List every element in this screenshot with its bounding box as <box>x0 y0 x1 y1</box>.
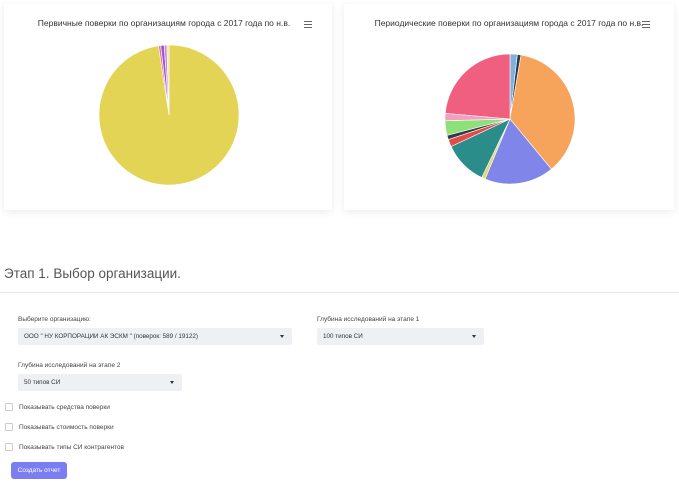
org-select[interactable]: ООО " НУ КОРПОРАЦИИ АК ЭСКМ " (поверок: … <box>18 328 292 345</box>
periodic-pie-chart <box>444 53 576 185</box>
stage-divider <box>0 292 679 293</box>
primary-chart-card: Первичные поверки по организациям города… <box>4 4 332 210</box>
org-select-value: ООО " НУ КОРПОРАЦИИ АК ЭСКМ " (поверок: … <box>24 333 199 340</box>
periodic-pie-slice-10[interactable] <box>444 53 511 120</box>
show-verification-means-row[interactable]: Показывать средства поверки <box>5 403 110 411</box>
primary-pie-chart <box>98 44 240 186</box>
depth2-select-value: 50 типов СИ <box>24 379 61 386</box>
chevron-down-icon <box>280 335 284 338</box>
show-contractor-types-label: Показывать типы СИ контрагентов <box>19 443 124 451</box>
org-select-label: Выберите организацию: <box>18 316 91 323</box>
depth1-select-value: 100 типов СИ <box>323 333 363 340</box>
depth1-select[interactable]: 100 типов СИ <box>317 328 484 345</box>
show-contractor-types-checkbox[interactable] <box>5 443 13 451</box>
show-verification-cost-checkbox[interactable] <box>5 423 13 431</box>
stage-title: Этап 1. Выбор организации. <box>4 266 181 281</box>
periodic-chart-card: Периодические поверки по организациям го… <box>344 4 674 210</box>
chevron-down-icon <box>472 335 476 338</box>
depth2-select[interactable]: 50 типов СИ <box>18 374 182 391</box>
depth2-label: Глубина исследований на этапе 2 <box>18 362 121 369</box>
show-verification-means-label: Показывать средства поверки <box>19 403 110 411</box>
chevron-down-icon <box>170 381 174 384</box>
show-verification-means-checkbox[interactable] <box>5 403 13 411</box>
create-report-button[interactable]: Создать отчет <box>11 462 67 479</box>
show-verification-cost-row[interactable]: Показывать стоимость поверки <box>5 423 114 431</box>
depth1-label: Глубина исследований на этапе 1 <box>317 316 420 323</box>
show-contractor-types-row[interactable]: Показывать типы СИ контрагентов <box>5 443 124 451</box>
show-verification-cost-label: Показывать стоимость поверки <box>19 423 114 431</box>
